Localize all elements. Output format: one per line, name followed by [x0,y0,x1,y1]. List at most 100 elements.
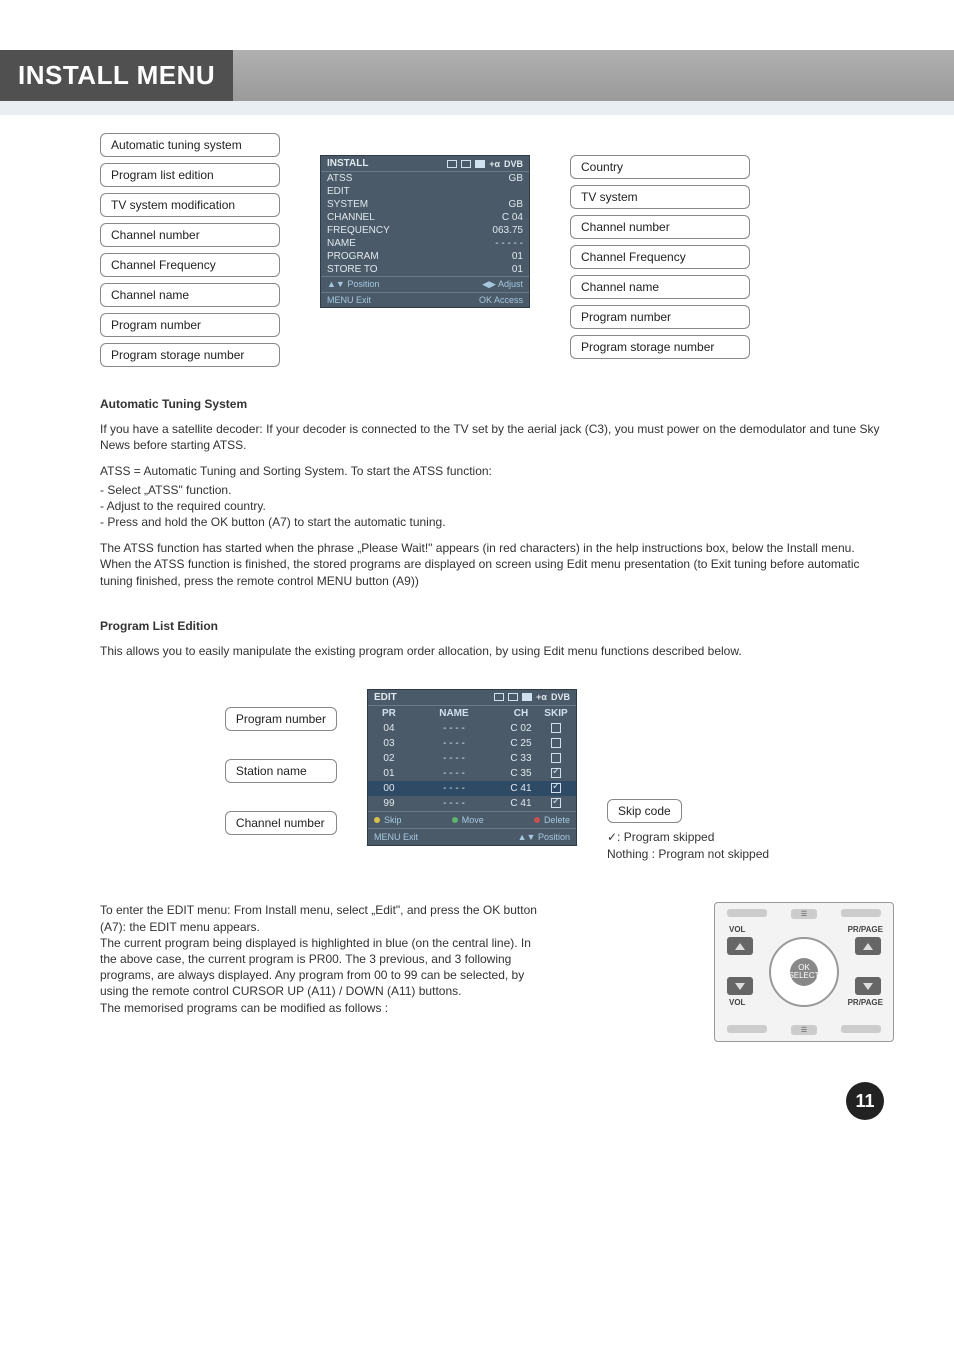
remote-button [841,1025,881,1033]
label-box: Station name [225,759,337,783]
section-heading: Program List Edition [100,619,894,633]
paragraph: The memorised programs can be modified a… [100,1000,545,1016]
cell: C 25 [504,738,538,749]
osd-row-value: - - - - - [495,238,523,249]
page-title: INSTALL MENU [0,50,233,101]
paragraph: This allows you to easily manipulate the… [100,643,894,659]
cell: 04 [374,723,404,734]
paragraph: ATSS = Automatic Tuning and Sorting Syst… [100,463,894,479]
remote-illustration: ☰ VOL PR/PAGE OK SELECT VOL PR/PAGE ☰ [714,902,894,1042]
remote-label: VOL [729,998,745,1007]
cell: - - - - [408,723,500,734]
label-box: Country [570,155,750,179]
remote-label: PR/PAGE [848,925,883,934]
osd-hint: MENU Exit [327,295,371,305]
osd-row-value: GB [509,173,523,184]
cell: 99 [374,798,404,809]
osd-row-label: CHANNEL [327,212,375,223]
label-box: Channel number [225,811,337,835]
vol-up-button [727,937,753,955]
paragraph: The current program being displayed is h… [100,935,545,1000]
osd-row-value: 01 [512,264,523,275]
osd-row-label: PROGRAM [327,251,379,262]
osd-hint: ▲▼ Position [327,279,379,290]
osd-hint: MENU Exit [374,832,418,842]
list-item: - Press and hold the OK button (A7) to s… [100,514,894,530]
remote-button [841,909,881,917]
osd-hint: Delete [534,815,570,825]
cell: - - - - [408,738,500,749]
label-box: Channel name [100,283,280,307]
cell: - - - - [408,798,500,809]
col-header: NAME [408,708,500,719]
label-box: Program number [570,305,750,329]
divider [0,101,954,115]
osd-title: INSTALL [327,158,368,169]
list-item: - Select „ATSS" function. [100,482,894,498]
edit-diagram: Program number Station name Channel numb… [100,689,894,863]
paragraph: When the ATSS function is finished, the … [100,556,894,588]
ok-button: OK SELECT [790,958,818,986]
osd-hint: OK Access [479,295,523,305]
cell: 02 [374,753,404,764]
osd-hint: Move [452,815,484,825]
col-header: SKIP [542,708,570,719]
col-header: PR [374,708,404,719]
label-box: Skip code [607,799,682,823]
osd-row-label: NAME [327,238,356,249]
legend-text: ✓: Program skipped [607,829,769,846]
label-box: TV system [570,185,750,209]
cell: 00 [374,783,404,794]
cell: C 02 [504,723,538,734]
page-down-button [855,977,881,995]
osd-row-label: SYSTEM [327,199,368,210]
label-box: Channel Frequency [100,253,280,277]
remote-button [727,1025,767,1033]
page-number-badge: 11 [846,1082,884,1120]
checkbox-icon [551,768,561,778]
remote-button: ☰ [791,909,817,919]
cell: C 33 [504,753,538,764]
legend-text: Nothing : Program not skipped [607,846,769,863]
edit-osd: EDIT +αDVB PR NAME CH SKIP 04- - - -C 02… [367,689,577,846]
list-item: - Adjust to the required country. [100,498,894,514]
page-up-button [855,937,881,955]
vol-down-button [727,977,753,995]
cell: - - - - [408,753,500,764]
checkbox-icon [551,723,561,733]
paragraph: The ATSS function has started when the p… [100,540,894,556]
label-box: Automatic tuning system [100,133,280,157]
label-box: Program list edition [100,163,280,187]
cell: - - - - [408,783,500,794]
osd-hint: ◀▶ Adjust [482,279,523,290]
install-osd: INSTALL +αDVB ATSSGB EDIT SYSTEMGB CHANN… [320,155,530,308]
label-box: Program storage number [570,335,750,359]
osd-hint: ▲▼ Position [518,832,570,842]
cell: C 41 [504,783,538,794]
cell: 03 [374,738,404,749]
install-diagram: Automatic tuning system Program list edi… [100,133,894,367]
cell: C 35 [504,768,538,779]
page-number: 11 [846,1082,884,1120]
label-box: Channel name [570,275,750,299]
cell: 01 [374,768,404,779]
osd-row-value: 063.75 [492,225,523,236]
checkbox-icon [551,798,561,808]
osd-title: EDIT [374,692,397,703]
osd-row-label: FREQUENCY [327,225,390,236]
label-box: Channel number [570,215,750,239]
osd-row-label: STORE TO [327,264,378,275]
remote-button: ☰ [791,1025,817,1035]
osd-icons: +αDVB [447,159,523,169]
remote-button [727,909,767,917]
osd-row-value: GB [509,199,523,210]
checkbox-icon [551,753,561,763]
label-box: Channel number [100,223,280,247]
osd-icons: +αDVB [494,692,570,702]
remote-label: PR/PAGE [848,998,883,1007]
label-box: Program number [225,707,337,731]
remote-label: VOL [729,925,745,934]
label-box: TV system modification [100,193,280,217]
section-heading: Automatic Tuning System [100,397,894,411]
osd-hint: Skip [374,815,402,825]
